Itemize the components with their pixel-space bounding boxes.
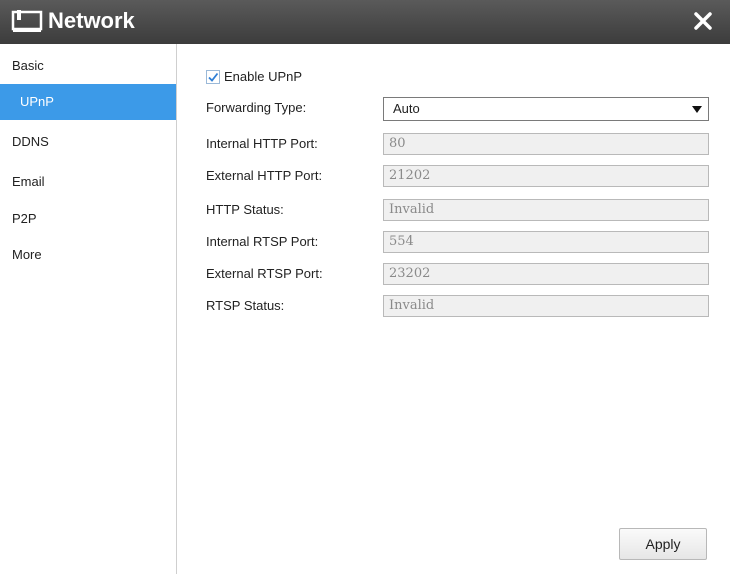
internal-rtsp-port-row: Internal RTSP Port: 554 [206,231,709,255]
sidebar-item-more[interactable]: More [0,237,176,273]
monitor-icon [11,10,43,32]
rtsp-status-row: RTSP Status: Invalid [206,295,709,319]
internal-rtsp-port-label: Internal RTSP Port: [206,234,319,249]
forwarding-type-label: Forwarding Type: [206,100,307,115]
external-rtsp-port-label: External RTSP Port: [206,266,323,281]
internal-rtsp-port-field[interactable]: 554 [383,231,709,253]
http-status-row: HTTP Status: Invalid [206,199,709,223]
external-http-port-row: External HTTP Port: 21202 [206,165,709,189]
external-rtsp-port-field[interactable]: 23202 [383,263,709,285]
internal-http-port-row: Internal HTTP Port: 80 [206,133,709,157]
dropdown-arrow-icon [692,106,702,113]
sidebar-item-p2p[interactable]: P2P [0,201,176,237]
sidebar-item-basic[interactable]: Basic [0,48,176,84]
window-title: Network [48,8,135,33]
checkmark-icon [208,72,219,82]
http-status-label: HTTP Status: [206,202,284,217]
enable-upnp-row: Enable UPnP [206,66,406,90]
rtsp-status-label: RTSP Status: [206,298,285,313]
rtsp-status-field[interactable]: Invalid [383,295,709,317]
enable-upnp-checkbox[interactable] [206,70,220,84]
enable-upnp-label: Enable UPnP [224,69,303,84]
external-rtsp-port-row: External RTSP Port: 23202 [206,263,709,287]
internal-http-port-label: Internal HTTP Port: [206,136,318,151]
sidebar-item-upnp[interactable]: UPnP [0,84,176,120]
sidebar-item-ddns[interactable]: DDNS [0,124,176,160]
title-bar: Network [0,0,730,44]
forwarding-type-value: Auto [393,101,420,116]
sidebar: Basic UPnP DDNS Email P2P More [0,44,177,574]
sidebar-item-email[interactable]: Email [0,164,176,200]
forwarding-type-select[interactable]: Auto [383,97,709,121]
forwarding-type-row: Forwarding Type: Auto [206,97,709,121]
external-http-port-label: External HTTP Port: [206,168,323,183]
upnp-panel: Enable UPnP Forwarding Type: Auto Intern… [177,44,730,574]
apply-button[interactable]: Apply [619,528,707,560]
internal-http-port-field[interactable]: 80 [383,133,709,155]
http-status-field[interactable]: Invalid [383,199,709,221]
external-http-port-field[interactable]: 21202 [383,165,709,187]
close-icon[interactable] [690,8,716,34]
